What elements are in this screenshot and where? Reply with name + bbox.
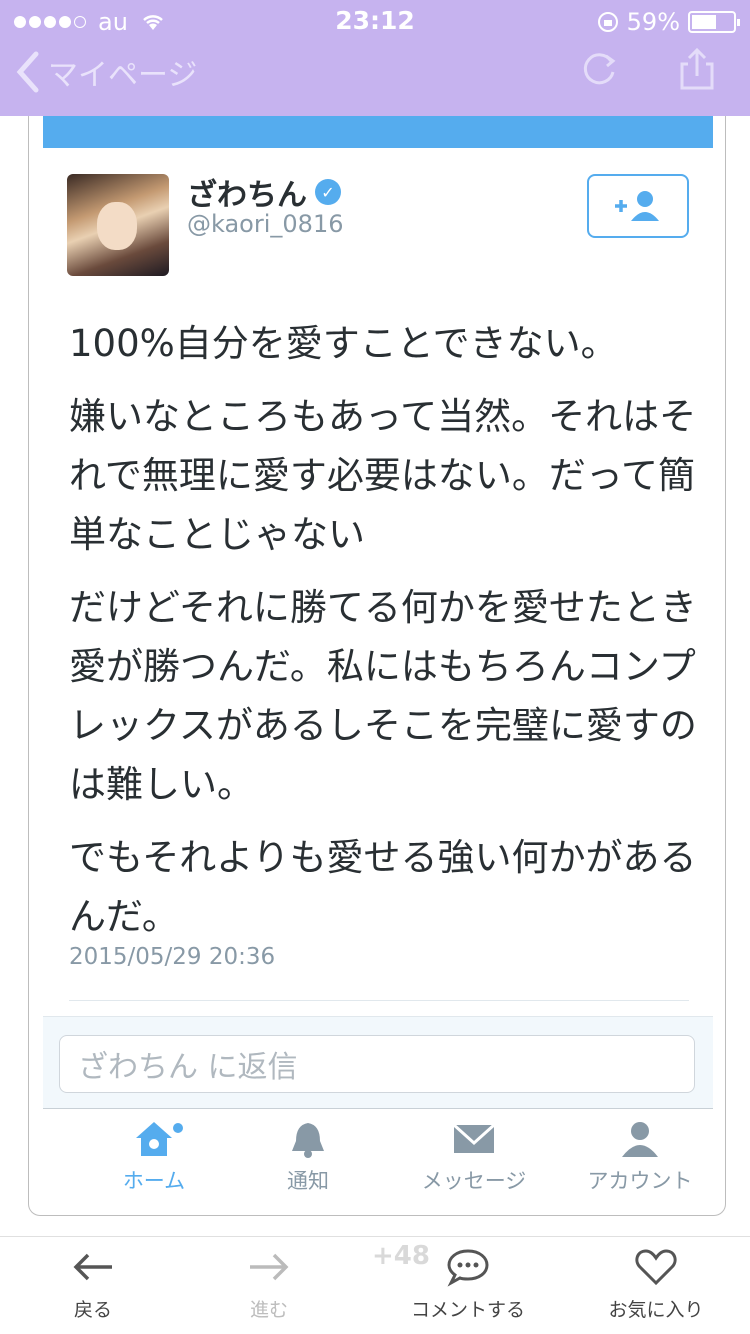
reply-area: ざわちん に返信 (43, 1016, 713, 1108)
back-link[interactable]: マイページ (14, 50, 197, 94)
twitter-tab-bar: ホーム 通知 メッセージ アカウント (43, 1108, 713, 1204)
comment-label: コメントする (410, 1299, 525, 1321)
refresh-icon[interactable] (578, 48, 620, 90)
tab-label: 通知 (287, 1169, 329, 1193)
favorite-button[interactable]: お気に入り (600, 1247, 712, 1322)
new-indicator (173, 1123, 183, 1133)
forward-button[interactable]: 進む (232, 1247, 306, 1322)
share-icon[interactable] (676, 46, 718, 92)
tweet-paragraph: だけどそれに勝てる何かを愛せたとき愛が勝つんだ。私にはもちろんコンプレックスがあ… (69, 586, 697, 806)
bell-icon (292, 1123, 324, 1158)
arrow-left-icon (73, 1253, 112, 1281)
tweet-paragraph: 嫌いなところもあって当然。それはそれで無理に愛す必要はない。だって簡単なことじゃ… (69, 395, 697, 556)
tab-label: メッセージ (421, 1169, 527, 1193)
twitter-header-strip (43, 116, 713, 148)
reply-input[interactable]: ざわちん に返信 (59, 1035, 695, 1093)
battery-group: 59% (597, 8, 740, 36)
user-handle[interactable]: @kaori_0816 (187, 210, 343, 238)
speech-bubble-icon (447, 1249, 489, 1287)
display-name-text: ざわちん (187, 178, 307, 213)
battery-icon (688, 11, 740, 33)
browser-toolbar: +48 戻る 進む コメントする お気に入り (0, 1236, 750, 1334)
back-button[interactable]: 戻る (56, 1247, 130, 1322)
chevron-left-icon (16, 51, 39, 93)
tweet-paragraph: 100%自分を愛すことできない。 (69, 322, 618, 365)
nav-bar: マイページ (0, 42, 750, 116)
verified-badge-icon: ✓ (315, 179, 341, 205)
tweet-text: 100%自分を愛すことできない。 嫌いなところもあって当然。それはそれで無理に愛… (69, 314, 699, 960)
tweet-paragraph: でもそれよりも愛せる強い何かがあるんだ。 (69, 836, 697, 938)
back-label: 戻る (73, 1299, 112, 1321)
avatar-face (97, 202, 137, 250)
person-icon (622, 1122, 658, 1157)
comment-button[interactable]: コメントする (396, 1247, 540, 1322)
envelope-icon (452, 1123, 496, 1153)
tab-messages[interactable]: メッセージ (399, 1119, 549, 1195)
rotation-lock-icon (597, 12, 618, 32)
tab-account[interactable]: アカウント (565, 1119, 715, 1195)
tab-label: ホーム (122, 1169, 186, 1193)
favorite-label: お気に入り (608, 1299, 704, 1321)
forward-label: 進む (249, 1299, 288, 1321)
arrow-right-icon (250, 1253, 289, 1281)
tweet-card: ざわちん ✓ @kaori_0816 100%自分を愛すことできない。 嫌いなと… (28, 116, 726, 1216)
tab-home[interactable]: ホーム (79, 1119, 229, 1195)
back-link-label: マイページ (48, 58, 198, 93)
tab-label: アカウント (587, 1169, 693, 1193)
tab-notifications[interactable]: 通知 (233, 1119, 383, 1195)
follow-button[interactable] (587, 174, 689, 238)
heart-icon (635, 1249, 677, 1286)
divider (69, 1000, 689, 1001)
tweet-timestamp: 2015/05/29 20:36 (69, 944, 276, 970)
add-user-icon (615, 191, 659, 221)
status-bar: au 23:12 59% (0, 0, 750, 42)
home-icon (136, 1122, 172, 1156)
display-name[interactable]: ざわちん ✓ (187, 170, 341, 214)
battery-percent: 59% (626, 8, 680, 36)
avatar[interactable] (67, 174, 169, 276)
